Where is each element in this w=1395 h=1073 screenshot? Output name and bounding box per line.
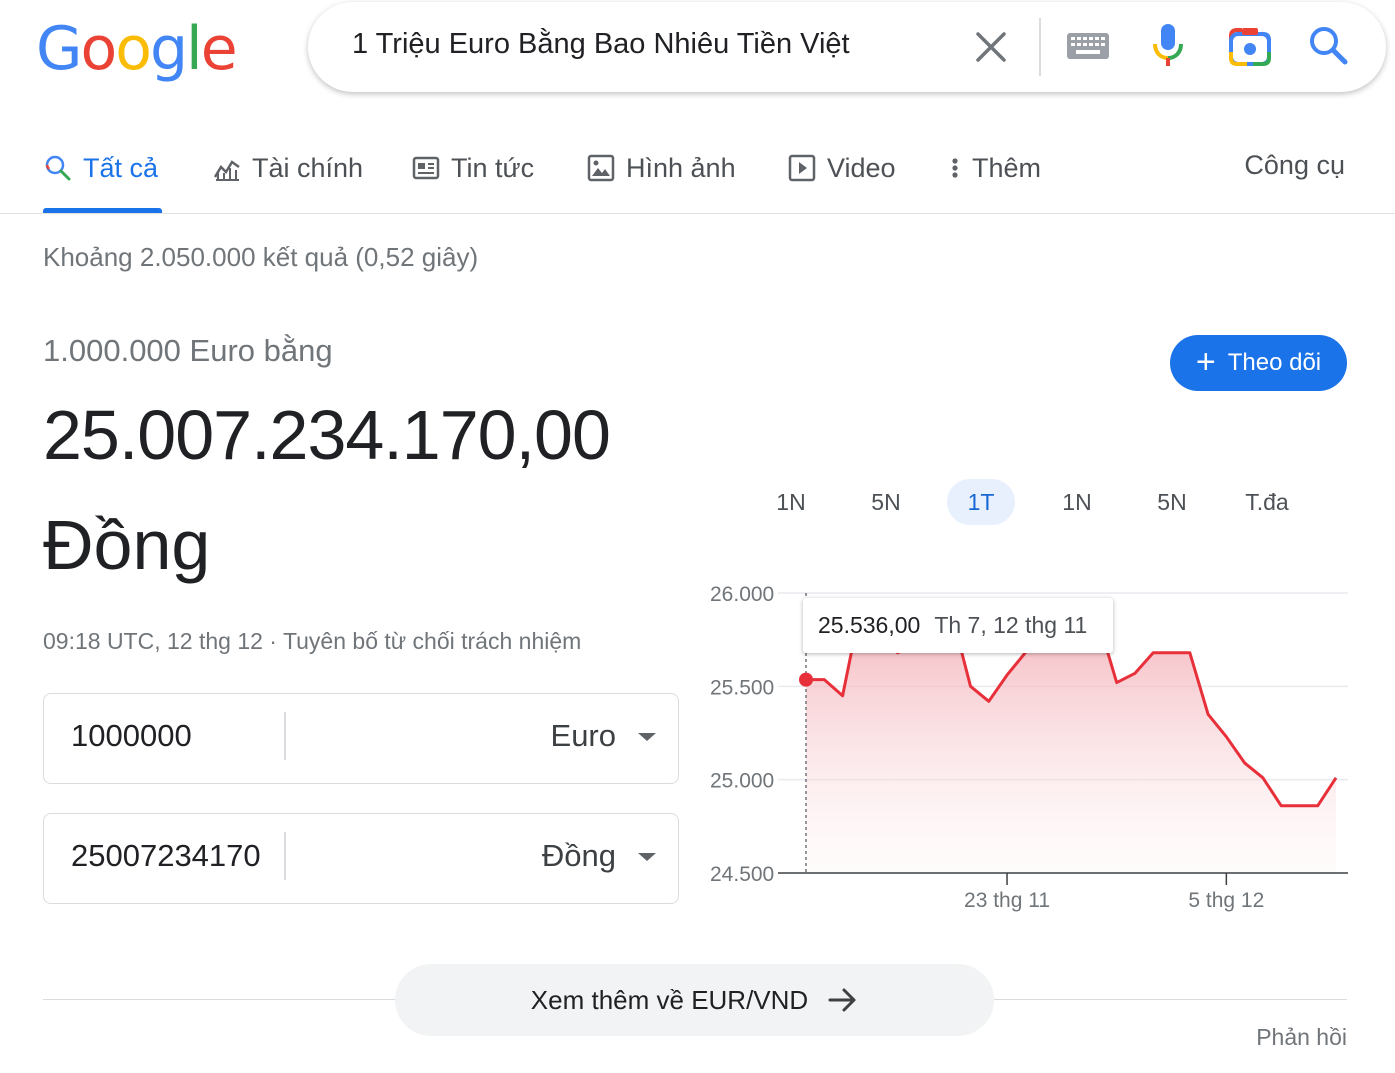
tab-all[interactable]: Tất cả — [43, 148, 158, 188]
microphone-icon[interactable] — [1150, 22, 1186, 70]
chart-y-tick-label: 25.000 — [710, 770, 774, 793]
tooltip-date: Th 7, 12 thg 11 — [934, 612, 1088, 638]
tab-label: Video — [827, 152, 896, 183]
clear-search-icon[interactable] — [970, 26, 1012, 68]
see-more-eur-vnd-button[interactable]: Xem thêm về EUR/VND — [395, 964, 994, 1036]
range-1d[interactable]: 1N — [757, 479, 825, 525]
from-currency-select[interactable]: Euro — [551, 714, 656, 758]
search-input[interactable]: 1 Triệu Euro Bằng Bao Nhiêu Tiền Việt — [352, 28, 850, 61]
to-currency-select[interactable]: Đồng — [542, 834, 656, 878]
chart-y-tick-label: 24.500 — [710, 863, 774, 886]
result-stats: Khoảng 2.050.000 kết quả (0,52 giây) — [43, 242, 479, 272]
dropdown-arrow-icon — [638, 853, 656, 861]
tabs-divider — [0, 213, 1395, 214]
input-divider — [284, 832, 286, 880]
chart-cursor-dot — [799, 672, 813, 687]
to-currency-box: 25007234170 Đồng — [43, 813, 679, 904]
tab-label: Tất cả — [83, 152, 159, 183]
feedback-link[interactable]: Phản hồi — [1256, 1024, 1347, 1051]
chart-x-tick-label: 5 thg 12 — [1188, 889, 1264, 912]
arrow-right-icon — [828, 988, 856, 1012]
to-amount-input[interactable]: 25007234170 — [71, 838, 283, 874]
conversion-result-currency: Đồng — [43, 506, 211, 584]
range-5y[interactable]: 5N — [1138, 479, 1206, 525]
to-currency-label: Đồng — [541, 838, 616, 873]
chart-tooltip: 25.536,00 Th 7, 12 thg 11 — [803, 598, 1113, 653]
from-currency-label: Euro — [550, 718, 616, 753]
chart-y-tick-label: 25.500 — [710, 676, 774, 699]
image-icon — [587, 154, 615, 182]
more-vert-icon — [952, 158, 958, 178]
tab-images[interactable]: Hình ảnh — [586, 148, 736, 188]
conversion-timestamp: 09:18 UTC, 12 thg 12 · Tuyên bố từ chối … — [43, 628, 582, 654]
camera-lens-icon[interactable] — [1227, 24, 1273, 70]
news-icon — [412, 156, 440, 180]
from-amount-input[interactable]: 1000000 — [71, 718, 283, 754]
search-divider — [1039, 18, 1041, 76]
dropdown-arrow-icon — [638, 733, 656, 741]
follow-button[interactable]: + Theo dõi — [1170, 335, 1347, 391]
conversion-label: 1.000.000 Euro bằng — [43, 333, 333, 368]
tab-finance[interactable]: Tài chính — [212, 148, 363, 188]
tab-more[interactable]: Thêm — [948, 148, 1041, 188]
google-logo[interactable]: Google — [36, 14, 238, 84]
chart-y-tick-label: 26.000 — [710, 583, 774, 606]
plus-icon: + — [1195, 342, 1216, 381]
tab-label: Tài chính — [252, 152, 364, 183]
conversion-result-value: 25.007.234.170,00 — [43, 396, 611, 474]
follow-label: Theo dõi — [1227, 349, 1322, 376]
search-icon — [45, 155, 71, 181]
range-1m[interactable]: 1T — [947, 479, 1015, 525]
tooltip-value: 25.536,00 — [818, 612, 921, 638]
chart-x-tick-label: 23 thg 11 — [964, 889, 1050, 912]
tab-label: Hình ảnh — [626, 152, 736, 183]
video-icon — [788, 154, 816, 182]
range-max[interactable]: T.đa — [1233, 479, 1301, 525]
range-1y[interactable]: 1N — [1043, 479, 1111, 525]
tab-label: Thêm — [972, 152, 1042, 183]
from-currency-box: 1000000 Euro — [43, 693, 679, 784]
tab-video[interactable]: Video — [787, 148, 896, 188]
search-icon[interactable] — [1305, 22, 1351, 68]
see-more-label: Xem thêm về EUR/VND — [530, 984, 809, 1015]
finance-icon — [213, 160, 240, 181]
input-divider — [284, 712, 286, 760]
keyboard-icon[interactable] — [1066, 31, 1110, 61]
tab-label: Tin tức — [451, 152, 535, 183]
tools-button[interactable]: Công cụ — [1244, 150, 1345, 181]
tab-news[interactable]: Tin tức — [411, 148, 534, 188]
range-5d[interactable]: 5N — [852, 479, 920, 525]
